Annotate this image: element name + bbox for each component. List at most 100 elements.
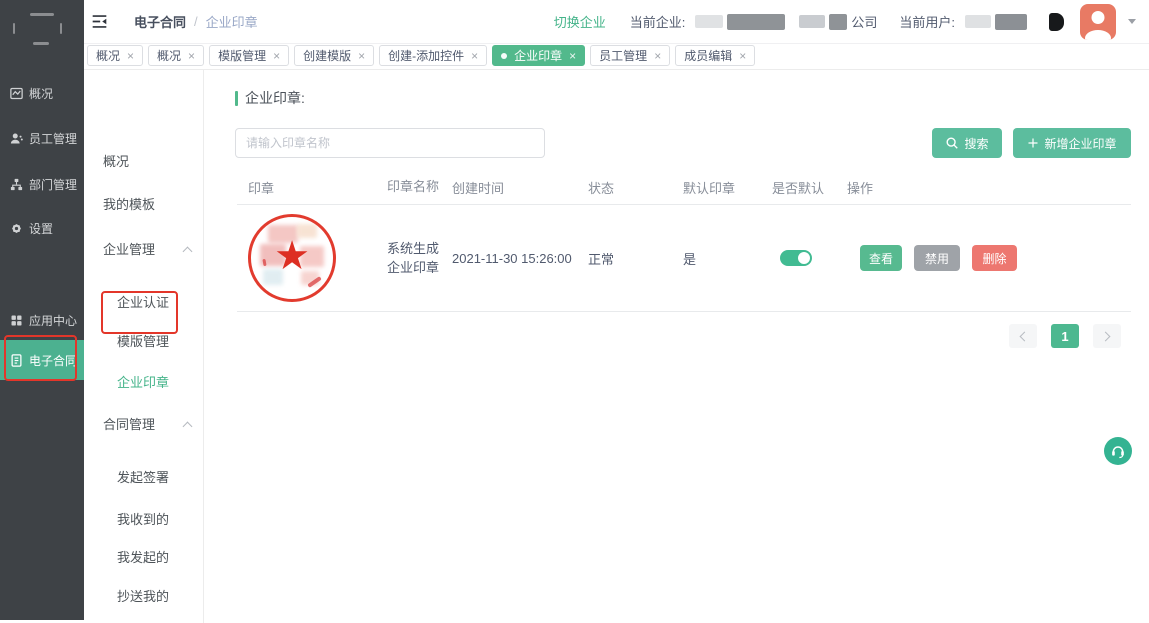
tab-template-mgmt[interactable]: 模版管理 × bbox=[209, 45, 289, 66]
person-icon bbox=[9, 131, 24, 146]
tab-overview-2[interactable]: 概况 × bbox=[148, 45, 204, 66]
close-icon[interactable]: × bbox=[739, 50, 746, 62]
tab-label: 创建模版 bbox=[303, 47, 351, 64]
tab-member-edit[interactable]: 成员编辑 × bbox=[675, 45, 755, 66]
seal-image-cell: ★ bbox=[237, 214, 387, 302]
plus-icon bbox=[1027, 137, 1039, 149]
view-button[interactable]: 查看 bbox=[860, 245, 902, 271]
sidebar-item-staff[interactable]: 员工管理 bbox=[0, 118, 84, 158]
grid-icon bbox=[9, 313, 24, 328]
submenu-item-initiated[interactable]: 我发起的 bbox=[117, 548, 169, 568]
close-icon[interactable]: × bbox=[654, 50, 661, 62]
add-seal-button[interactable]: 新增企业印章 bbox=[1013, 128, 1131, 158]
redacted-block bbox=[829, 14, 847, 30]
submenu-item-enterprise-auth[interactable]: 企业认证 bbox=[117, 293, 169, 313]
tab-overview-1[interactable]: 概况 × bbox=[87, 45, 143, 66]
sidebar-item-app-center[interactable]: 应用中心 bbox=[0, 300, 84, 340]
tab-label: 员工管理 bbox=[599, 47, 647, 64]
submenu-item-template-mgmt[interactable]: 模版管理 bbox=[117, 332, 169, 352]
primary-sidebar: 概况 员工管理 部门管理 设置 应用中心 电子合同 bbox=[0, 0, 84, 620]
toggle-knob bbox=[798, 252, 810, 264]
submenu-item-initiate-sign[interactable]: 发起签署 bbox=[117, 468, 169, 488]
user-avatar[interactable] bbox=[1080, 4, 1116, 40]
seal-table: 印章 印章名称 创建时间 状态 默认印章 是否默认 操作 bbox=[237, 170, 1131, 312]
delete-button[interactable]: 删除 bbox=[972, 245, 1017, 271]
table-row: ★ 系统生成企业印章 2021-11-30 15:26:00 正常 是 查看 禁… bbox=[237, 205, 1131, 312]
company-suffix: 公司 bbox=[851, 12, 877, 31]
prev-page-button[interactable] bbox=[1009, 324, 1037, 348]
submenu-item-overview[interactable]: 概况 bbox=[103, 152, 129, 172]
current-company-label: 当前企业: bbox=[630, 12, 686, 31]
breadcrumb-separator: / bbox=[194, 14, 198, 29]
submenu-item-contract-mgmt[interactable]: 合同管理 bbox=[103, 415, 155, 435]
table-header-row: 印章 印章名称 创建时间 状态 默认印章 是否默认 操作 bbox=[237, 170, 1131, 205]
col-header-default-seal: 默认印章 bbox=[680, 178, 772, 197]
close-icon[interactable]: × bbox=[188, 50, 195, 62]
pagination: 1 bbox=[204, 324, 1121, 348]
current-company-value: 公司 bbox=[695, 12, 877, 31]
default-seal-cell: 是 bbox=[680, 249, 772, 268]
active-tab-dot-icon bbox=[501, 53, 507, 59]
document-icon bbox=[9, 353, 24, 368]
submenu-item-my-templates[interactable]: 我的模板 bbox=[103, 195, 155, 215]
seal-star-icon: ★ bbox=[274, 233, 310, 279]
collapse-menu-icon[interactable] bbox=[88, 11, 110, 33]
tab-label: 成员编辑 bbox=[684, 47, 732, 64]
seal-name-cell: 系统生成企业印章 bbox=[387, 239, 448, 278]
sidebar-item-label: 部门管理 bbox=[29, 176, 77, 193]
chevron-down-icon[interactable] bbox=[1128, 19, 1136, 24]
tab-label: 企业印章 bbox=[514, 47, 562, 64]
is-default-cell bbox=[772, 250, 847, 266]
submenu-item-received[interactable]: 我收到的 bbox=[117, 510, 169, 530]
header-right: 切换企业 当前企业: 公司 当前用户: bbox=[554, 4, 1136, 40]
logo-mark bbox=[60, 23, 62, 34]
redacted-block bbox=[1049, 13, 1064, 31]
page-title: 企业印章: bbox=[235, 88, 1149, 108]
chevron-up-icon bbox=[183, 422, 193, 432]
logo-mark bbox=[30, 13, 54, 16]
close-icon[interactable]: × bbox=[569, 50, 576, 62]
col-header-seal-name: 印章名称 bbox=[387, 177, 448, 197]
redacted-block bbox=[965, 15, 991, 28]
tab-create-add-control[interactable]: 创建-添加控件 × bbox=[379, 45, 487, 66]
close-icon[interactable]: × bbox=[127, 50, 134, 62]
page-title-text: 企业印章: bbox=[245, 88, 305, 108]
seal-name-search-input[interactable] bbox=[235, 128, 545, 158]
search-button-label: 搜索 bbox=[964, 135, 988, 152]
customer-service-button[interactable] bbox=[1104, 437, 1132, 465]
sidebar-item-label: 应用中心 bbox=[29, 312, 77, 329]
page-number-button[interactable]: 1 bbox=[1051, 324, 1079, 348]
close-icon[interactable]: × bbox=[471, 50, 478, 62]
breadcrumb: 电子合同 / 企业印章 bbox=[134, 12, 258, 31]
tab-create-template[interactable]: 创建模版 × bbox=[294, 45, 374, 66]
search-button[interactable]: 搜索 bbox=[932, 128, 1002, 158]
close-icon[interactable]: × bbox=[273, 50, 280, 62]
status-cell: 正常 bbox=[588, 249, 680, 268]
open-tabs-bar: 概况 × 概况 × 模版管理 × 创建模版 × 创建-添加控件 × 企业印章 ×… bbox=[84, 44, 1149, 70]
avatar-body bbox=[1085, 30, 1111, 40]
submenu-item-enterprise-mgmt[interactable]: 企业管理 bbox=[103, 240, 155, 260]
org-tree-icon bbox=[9, 177, 24, 192]
headset-icon bbox=[1110, 443, 1126, 459]
tab-enterprise-seal[interactable]: 企业印章 × bbox=[492, 45, 585, 66]
switch-company-link[interactable]: 切换企业 bbox=[554, 12, 606, 31]
logo-mark bbox=[33, 42, 49, 45]
close-icon[interactable]: × bbox=[358, 50, 365, 62]
col-header-status: 状态 bbox=[588, 178, 680, 197]
sidebar-item-e-contract[interactable]: 电子合同 bbox=[0, 340, 84, 380]
sidebar-item-department[interactable]: 部门管理 bbox=[0, 164, 84, 204]
current-user-value bbox=[965, 14, 1027, 30]
app-window: 概况 员工管理 部门管理 设置 应用中心 电子合同 概况 我的模板 企业管理 企… bbox=[0, 0, 1149, 623]
tab-label: 概况 bbox=[157, 47, 181, 64]
sidebar-item-overview[interactable]: 概况 bbox=[0, 73, 84, 113]
sidebar-item-label: 员工管理 bbox=[29, 130, 77, 147]
redacted-block bbox=[727, 14, 785, 30]
submenu-item-cc-me[interactable]: 抄送我的 bbox=[117, 587, 169, 607]
sidebar-item-settings[interactable]: 设置 bbox=[0, 208, 84, 248]
default-toggle[interactable] bbox=[780, 250, 812, 266]
next-page-button[interactable] bbox=[1093, 324, 1121, 348]
tab-staff-mgmt[interactable]: 员工管理 × bbox=[590, 45, 670, 66]
submenu-item-enterprise-seal[interactable]: 企业印章 bbox=[117, 373, 169, 393]
avatar-head bbox=[1092, 11, 1105, 24]
disable-button[interactable]: 禁用 bbox=[914, 245, 960, 271]
